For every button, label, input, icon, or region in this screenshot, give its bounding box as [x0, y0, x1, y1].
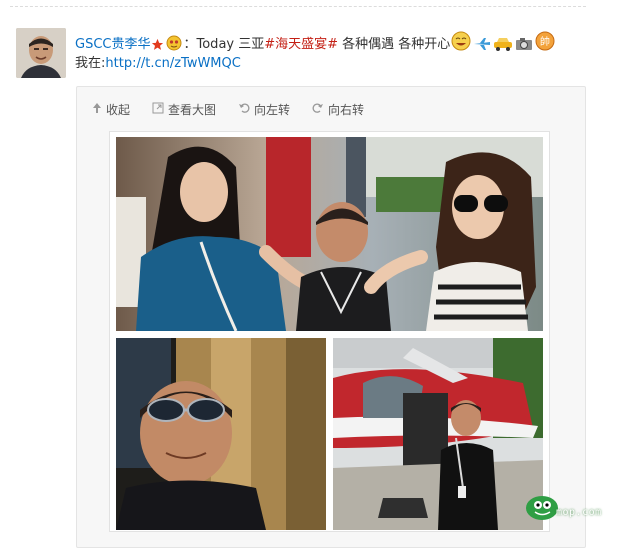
rotate-left-button[interactable]: 向左转: [238, 100, 290, 118]
rotate-left-icon: [238, 102, 250, 117]
watermark-text: mop.com: [556, 507, 602, 518]
enlarge-icon: [152, 102, 164, 117]
group-photo[interactable]: [116, 137, 543, 331]
rotate-right-label: 向右转: [328, 102, 365, 117]
airplane-photo[interactable]: [333, 338, 543, 530]
post-body-end: 各种偶遇 各种开心: [338, 37, 451, 52]
author-name[interactable]: GSCC贵李华: [75, 37, 150, 52]
camera-icon: [515, 37, 533, 58]
view-large-button[interactable]: 查看大图: [152, 100, 216, 118]
view-large-label: 查看大图: [168, 102, 217, 117]
hashtag-link[interactable]: #海天盛宴#: [264, 37, 338, 52]
post-body-start: Today 三亚: [196, 37, 265, 52]
collapse-label: 收起: [106, 102, 131, 117]
handsome-badge-icon: 帥: [535, 31, 555, 58]
short-link[interactable]: http://t.cn/zTwWMQC: [105, 56, 240, 71]
divider-line: [10, 6, 586, 7]
laughing-emoji-icon: [451, 31, 471, 58]
location-line: 我在:http://t.cn/zTwWMQC: [75, 54, 241, 74]
avatar[interactable]: [16, 28, 66, 78]
rotate-left-label: 向左转: [254, 102, 291, 117]
location-label: 我在:: [75, 56, 106, 71]
collapse-button[interactable]: 收起: [92, 100, 130, 118]
rotate-right-icon: [312, 102, 324, 117]
media-toolbar: 收起 查看大图 向左转 向右转: [92, 100, 364, 118]
rotate-right-button[interactable]: 向右转: [312, 100, 364, 118]
airplane-icon: [473, 37, 491, 58]
svg-text:帥: 帥: [540, 35, 550, 48]
separator-text: ：: [183, 37, 197, 52]
car-icon: [493, 37, 513, 58]
arrow-up-icon: [92, 102, 102, 117]
selfie-photo[interactable]: [116, 338, 326, 530]
